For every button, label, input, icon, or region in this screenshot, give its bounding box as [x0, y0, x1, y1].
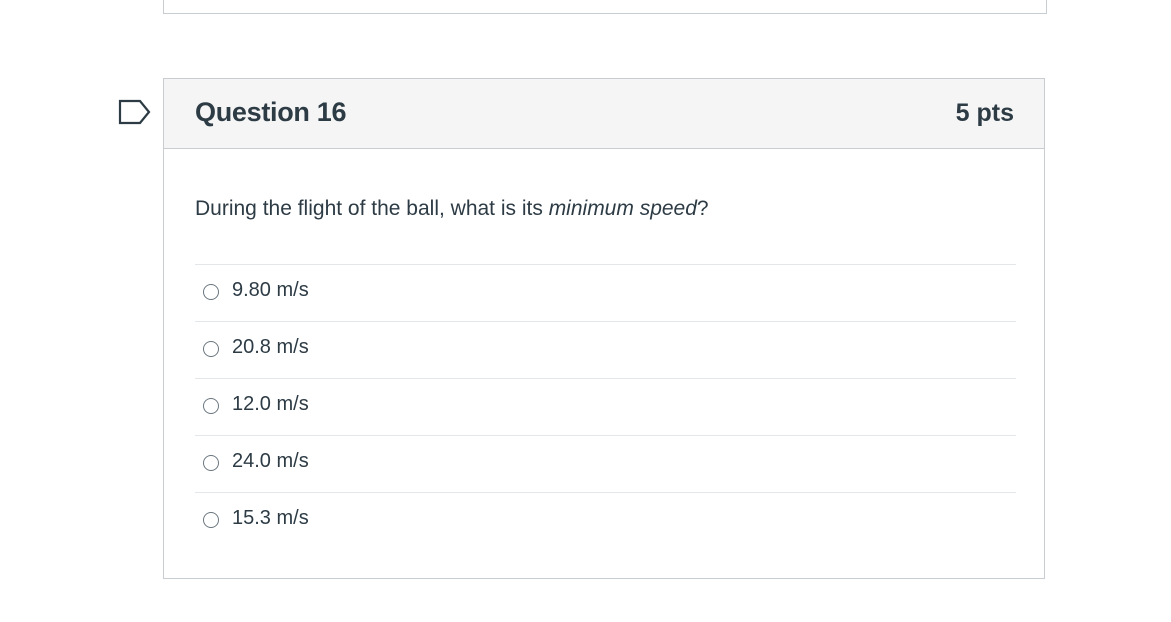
- question-points: 5 pts: [955, 99, 1014, 127]
- radio-button[interactable]: [203, 455, 219, 471]
- previous-question-box: [163, 0, 1047, 14]
- question-text: During the flight of the ball, what is i…: [195, 197, 709, 221]
- flag-outline-icon: [118, 99, 151, 125]
- flag-question-button[interactable]: [118, 99, 152, 125]
- answer-label[interactable]: 9.80 m/s: [232, 279, 309, 302]
- question-text-after: ?: [696, 197, 709, 220]
- question-text-emphasis: minimum speed: [548, 197, 697, 220]
- answer-list: 9.80 m/s 20.8 m/s 12.0 m/s 24.0 m/s 15.3…: [195, 264, 1016, 549]
- question-title: Question 16: [195, 97, 347, 127]
- question-card: Question 16 5 pts During the flight of t…: [163, 78, 1045, 579]
- answer-option[interactable]: 20.8 m/s: [195, 321, 1016, 378]
- answer-option[interactable]: 9.80 m/s: [195, 264, 1016, 321]
- answer-option[interactable]: 24.0 m/s: [195, 435, 1016, 492]
- radio-button[interactable]: [203, 341, 219, 357]
- answer-label[interactable]: 12.0 m/s: [232, 393, 309, 416]
- radio-button[interactable]: [203, 284, 219, 300]
- question-text-before: During the flight of the ball, what is i…: [195, 197, 549, 220]
- radio-button[interactable]: [203, 512, 219, 528]
- answer-option[interactable]: 15.3 m/s: [195, 492, 1016, 549]
- answer-label[interactable]: 15.3 m/s: [232, 507, 309, 530]
- radio-button[interactable]: [203, 398, 219, 414]
- question-header: Question 16 5 pts: [164, 79, 1044, 149]
- answer-label[interactable]: 24.0 m/s: [232, 450, 309, 473]
- answer-option[interactable]: 12.0 m/s: [195, 378, 1016, 435]
- answer-label[interactable]: 20.8 m/s: [232, 336, 309, 359]
